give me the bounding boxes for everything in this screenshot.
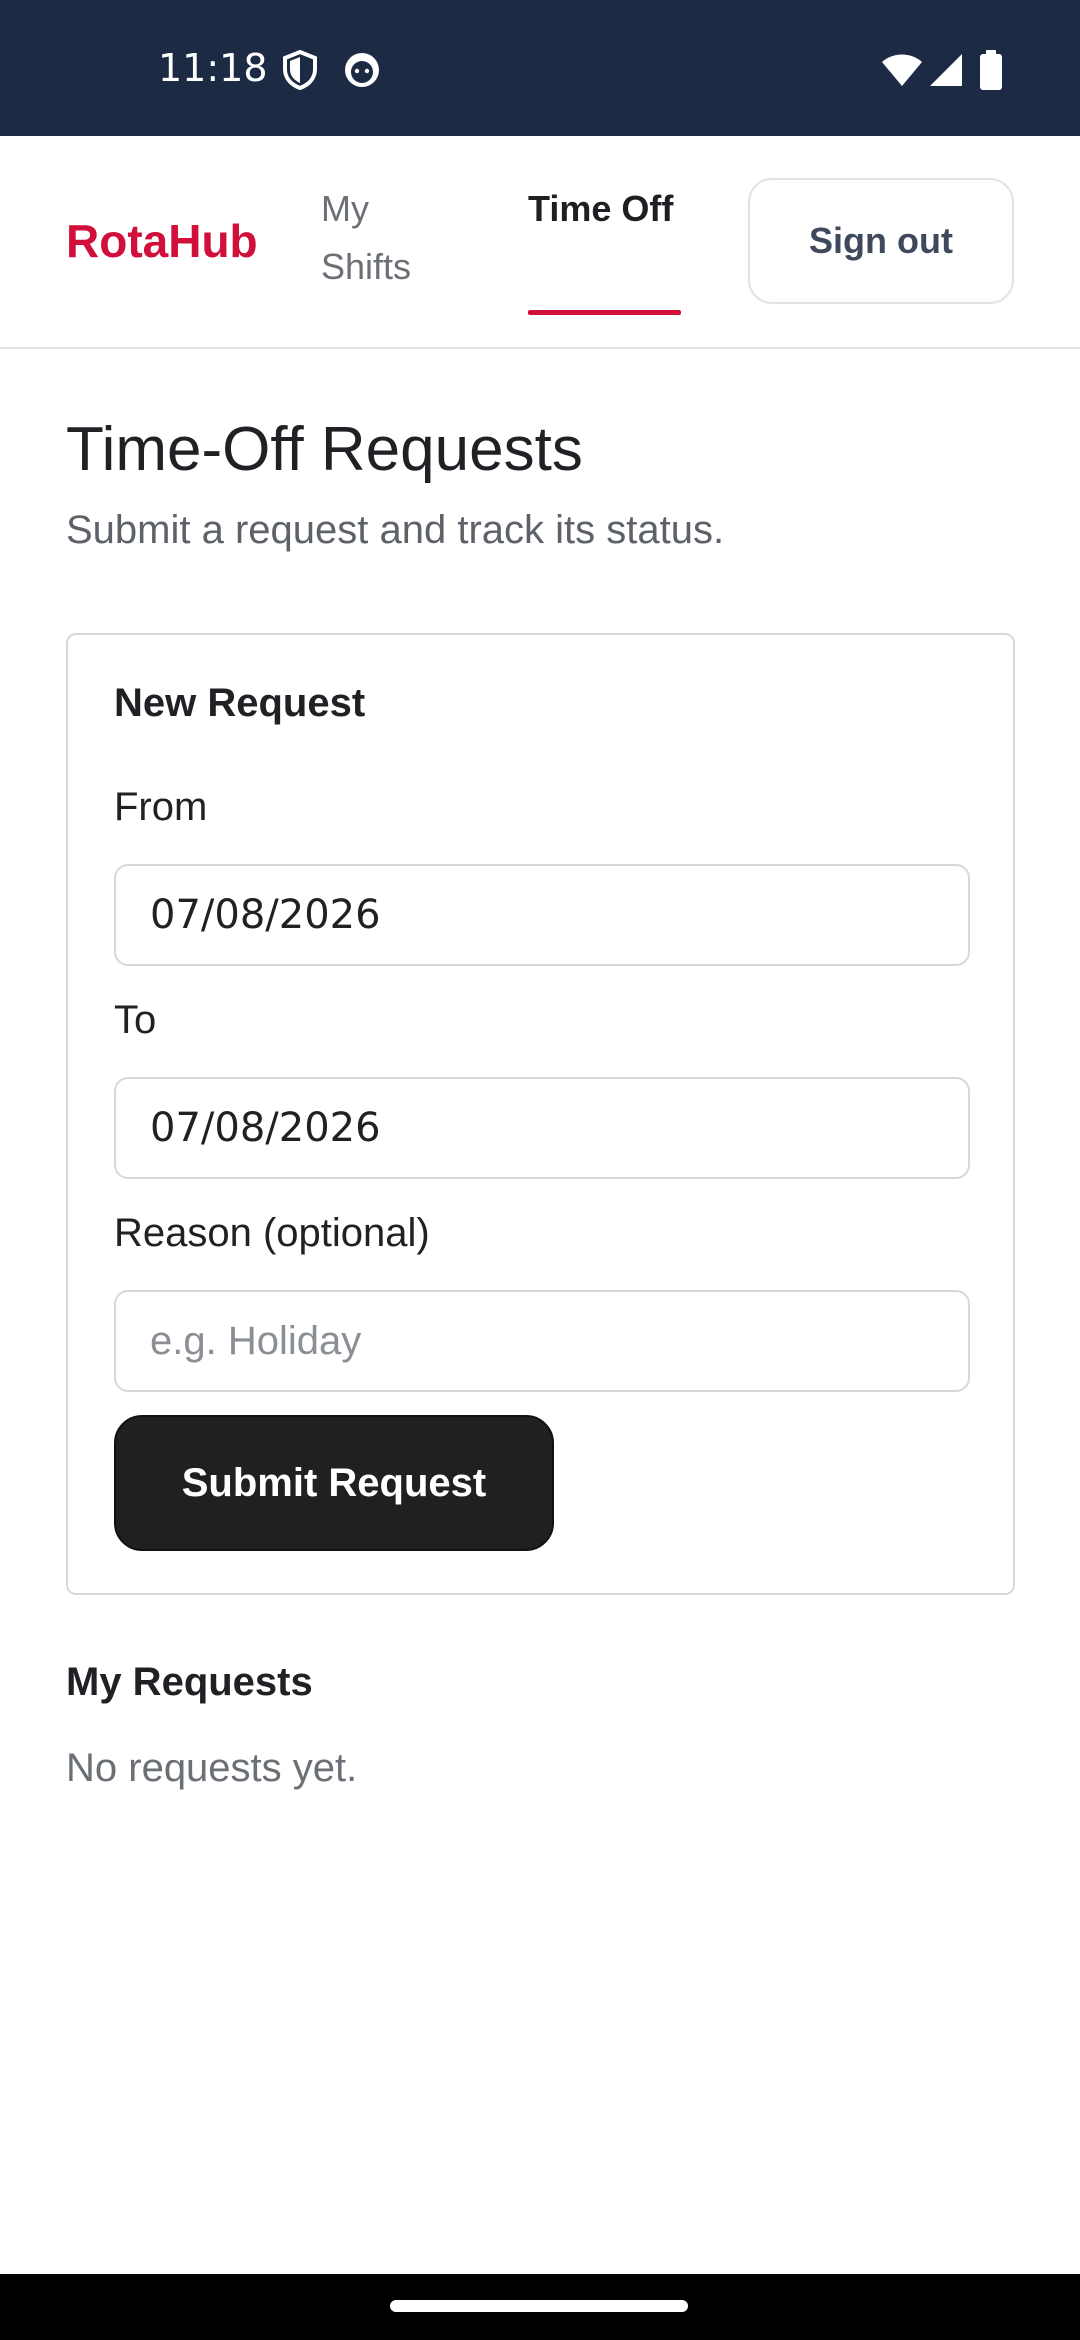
page-subtitle: Submit a request and track its status. xyxy=(66,508,725,552)
home-gesture-pill[interactable] xyxy=(390,2300,688,2312)
submit-request-button[interactable]: Submit Request xyxy=(114,1415,554,1551)
status-time: 11:18 xyxy=(158,46,268,90)
active-tab-indicator xyxy=(528,310,681,315)
my-requests-title: My Requests xyxy=(66,1660,313,1704)
reason-input[interactable]: e.g. Holiday xyxy=(114,1290,970,1392)
reason-label: Reason (optional) xyxy=(114,1211,430,1255)
nav-link-my-shifts[interactable]: My Shifts xyxy=(321,180,441,296)
signal-icon xyxy=(930,54,962,86)
nav-link-time-off[interactable]: Time Off xyxy=(528,180,682,238)
from-date-input[interactable]: 07/08/2026 xyxy=(114,864,970,966)
status-bar: 11:18 xyxy=(0,0,1080,136)
face-icon xyxy=(345,53,379,87)
new-request-card: New Request From 07/08/2026 To 07/08/202… xyxy=(66,633,1015,1595)
sign-out-button[interactable]: Sign out xyxy=(748,178,1014,304)
empty-requests-text: No requests yet. xyxy=(66,1746,358,1790)
top-navigation: RotaHub My Shifts Time Off Sign out xyxy=(0,136,1080,349)
wifi-icon xyxy=(882,54,922,86)
shield-icon xyxy=(283,50,317,90)
from-label: From xyxy=(114,785,208,829)
battery-icon xyxy=(980,50,1002,90)
system-navigation-bar xyxy=(0,2274,1080,2340)
page-title: Time-Off Requests xyxy=(66,415,583,484)
to-label: To xyxy=(114,998,157,1042)
brand-logo[interactable]: RotaHub xyxy=(66,214,258,268)
card-title: New Request xyxy=(114,681,366,725)
to-date-input[interactable]: 07/08/2026 xyxy=(114,1077,970,1179)
